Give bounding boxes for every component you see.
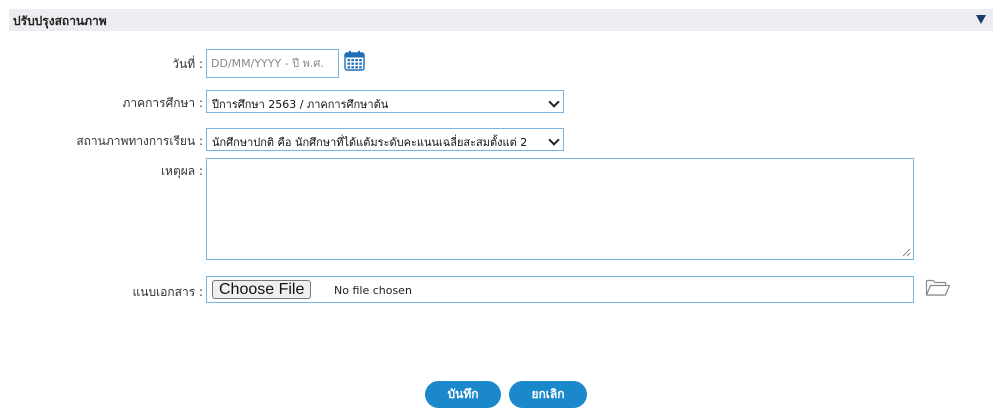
section-title: ปรับปรุงสถานภาพ <box>13 14 107 28</box>
chevron-down-icon <box>548 96 560 108</box>
cancel-button[interactable]: ยกเลิก <box>509 381 587 408</box>
date-input[interactable] <box>206 49 339 78</box>
section-header[interactable]: ปรับปรุงสถานภาพ <box>9 9 993 31</box>
semester-selected-value: ปีการศึกษา 2563 / ภาคการศึกษาต้น <box>212 98 389 111</box>
save-button[interactable]: บันทึก <box>425 381 501 408</box>
study-status-selected-value: นักศึกษาปกติ คือ นักศึกษาที่ได้แต้มระดับ… <box>212 136 528 149</box>
file-status-text: No file chosen <box>334 284 412 297</box>
reason-textarea[interactable] <box>206 158 914 260</box>
resize-grip-icon[interactable] <box>902 248 911 257</box>
semester-select[interactable]: ปีการศึกษา 2563 / ภาคการศึกษาต้น <box>206 90 564 113</box>
status-update-page: ปรับปรุงสถานภาพ วันที่ : ภาคการศึกษา : ป… <box>0 0 1000 408</box>
study-status-label: สถานภาพทางการเรียน : <box>76 134 203 148</box>
collapse-arrow-icon[interactable] <box>976 15 986 24</box>
file-input[interactable]: Choose File No file chosen <box>206 276 914 303</box>
reason-label: เหตุผล : <box>160 164 203 178</box>
choose-file-button[interactable]: Choose File <box>212 280 312 299</box>
semester-label: ภาคการศึกษา : <box>122 96 203 110</box>
calendar-icon[interactable] <box>344 50 365 71</box>
folder-open-icon[interactable] <box>925 277 951 297</box>
date-label: วันที่ : <box>172 57 203 71</box>
study-status-select[interactable]: นักศึกษาปกติ คือ นักศึกษาที่ได้แต้มระดับ… <box>206 128 564 151</box>
chevron-down-icon <box>548 134 560 146</box>
attachment-label: แนบเอกสาร : <box>132 285 204 299</box>
